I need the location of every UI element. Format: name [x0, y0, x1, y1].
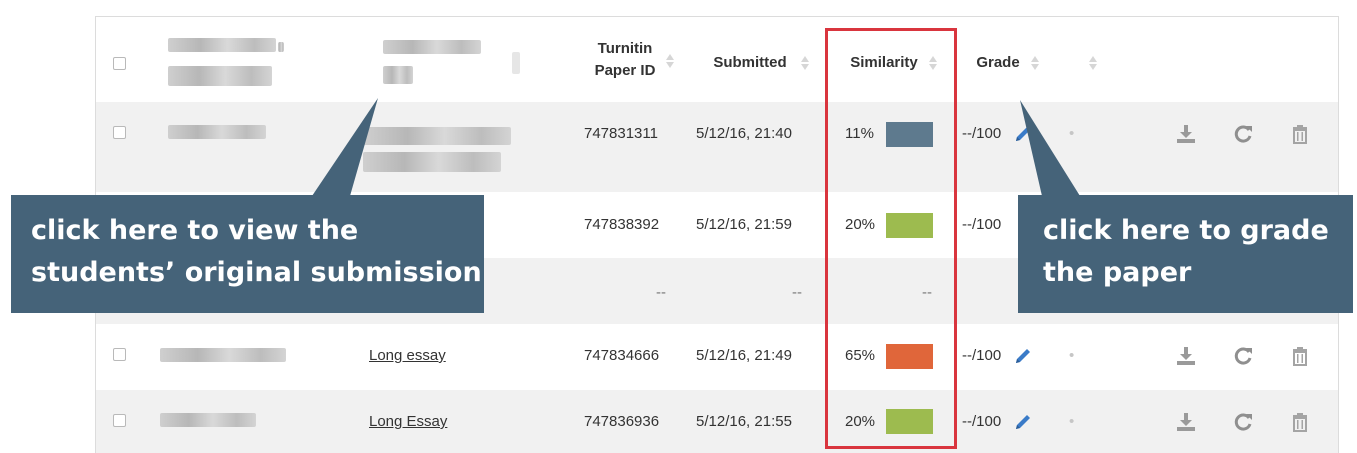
callout-line: students’ original submission: [31, 257, 482, 288]
callout-line: the paper: [1043, 257, 1192, 288]
grade-paper-callout: click here to grade the paper: [1018, 195, 1353, 313]
left-callout-pointer: [312, 98, 378, 196]
callout-line: click here to grade: [1043, 215, 1329, 246]
right-callout-pointer: [1020, 100, 1080, 196]
callout-line: click here to view the: [31, 215, 359, 246]
view-submission-callout: click here to view the students’ origina…: [11, 195, 484, 313]
